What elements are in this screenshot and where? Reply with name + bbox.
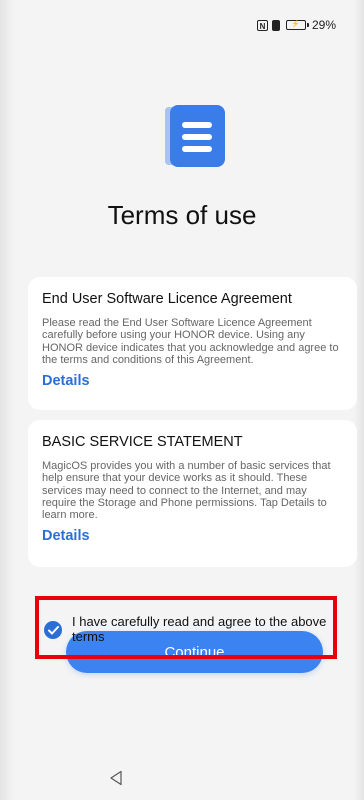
- screen: N ⚡ 29% Terms of use End User Software L…: [0, 0, 364, 800]
- document-icon: [165, 105, 225, 167]
- highlight-box: [35, 596, 337, 659]
- battery-icon: ⚡: [285, 20, 309, 30]
- licence-details-link[interactable]: Details: [42, 373, 90, 389]
- basic-service-details-link[interactable]: Details: [42, 528, 90, 544]
- back-nav-icon[interactable]: [109, 770, 123, 786]
- status-bar: N ⚡ 29%: [256, 18, 336, 32]
- basic-service-card: BASIC SERVICE STATEMENT MagicOS provides…: [28, 420, 357, 567]
- basic-service-card-title: BASIC SERVICE STATEMENT: [42, 434, 243, 450]
- licence-card-body: Please read the End User Software Licenc…: [42, 317, 339, 366]
- licence-card: End User Software Licence Agreement Plea…: [28, 277, 357, 410]
- licence-card-title: End User Software Licence Agreement: [42, 291, 292, 307]
- nfc-icon: N: [256, 19, 268, 31]
- basic-service-card-body: MagicOS provides you with a number of ba…: [42, 460, 331, 522]
- page-title: Terms of use: [107, 200, 257, 230]
- battery-percent: 29%: [311, 18, 336, 32]
- vibrate-icon: [271, 19, 280, 31]
